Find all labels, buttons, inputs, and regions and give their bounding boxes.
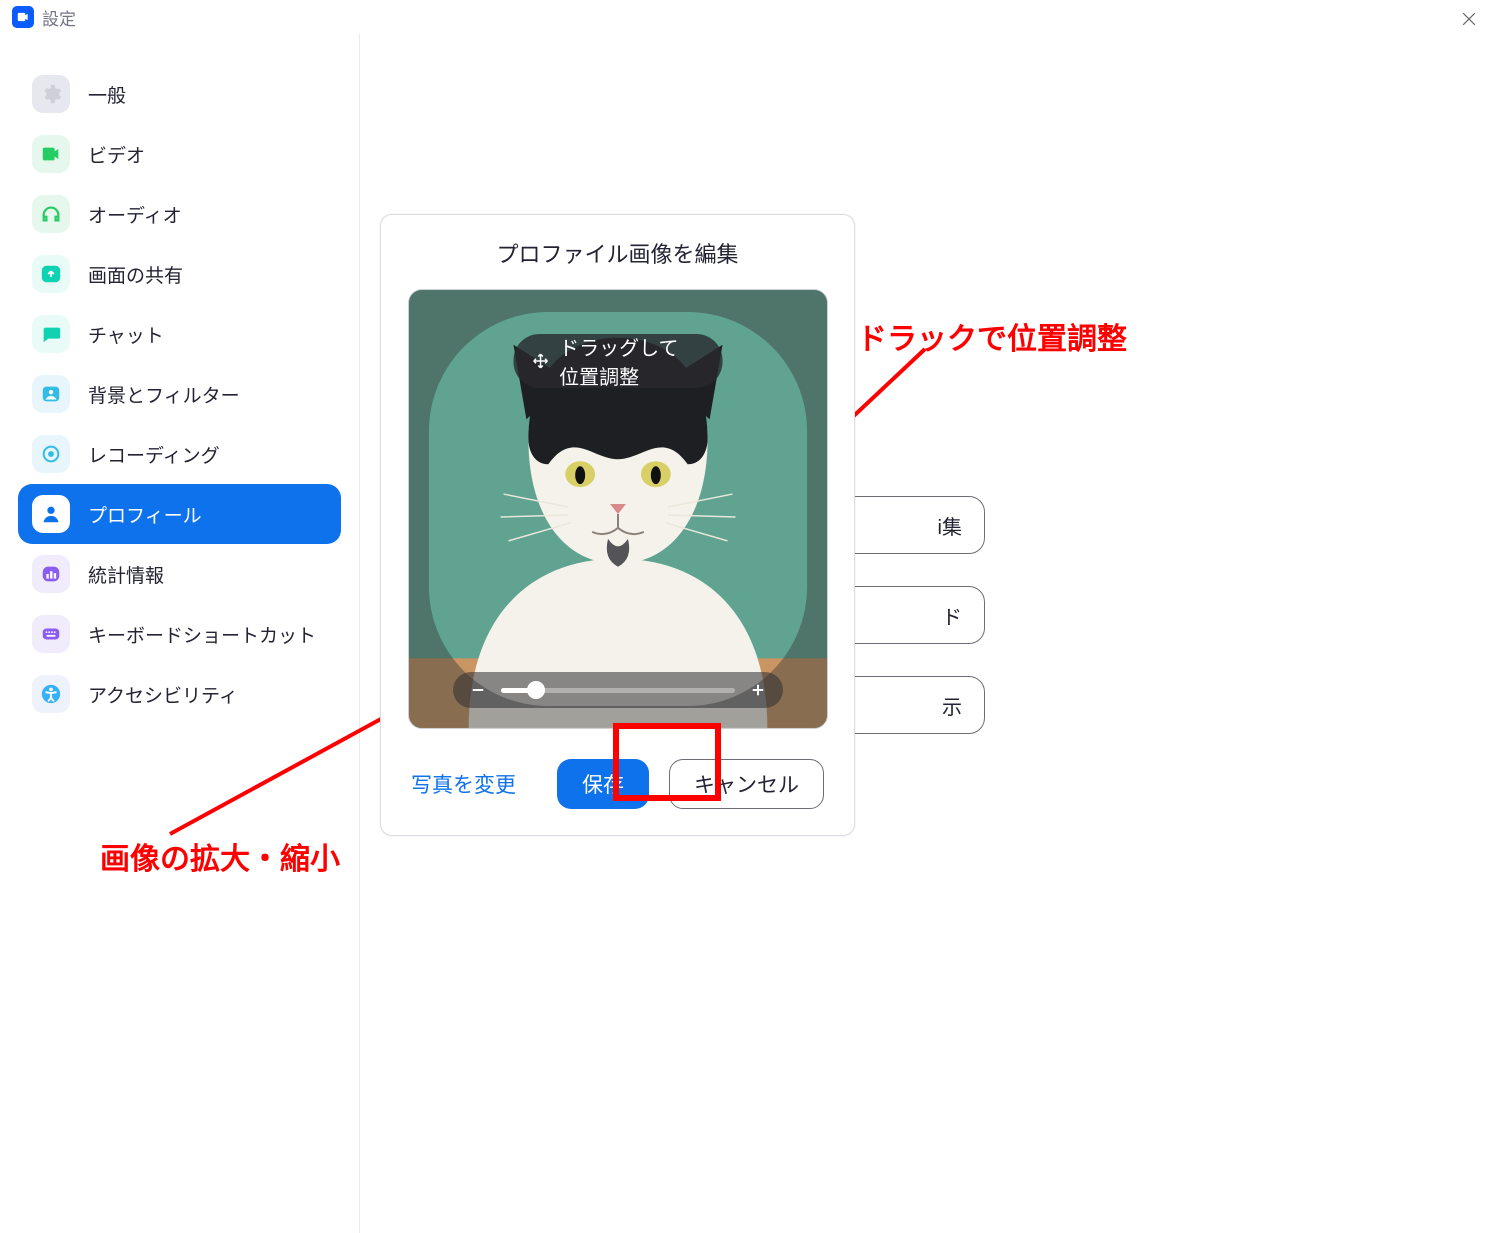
keyboard-icon — [32, 615, 70, 653]
share-screen-icon — [32, 255, 70, 293]
app-icon — [12, 6, 34, 28]
video-icon — [32, 135, 70, 173]
zoom-track[interactable] — [501, 688, 735, 693]
background-icon — [32, 375, 70, 413]
sidebar-item-share[interactable]: 画面の共有 — [18, 244, 341, 304]
sidebar-item-label: 背景とフィルター — [88, 381, 240, 408]
sidebar-item-video[interactable]: ビデオ — [18, 124, 341, 184]
sidebar-item-label: 統計情報 — [88, 561, 164, 588]
zoom-in-icon[interactable] — [747, 679, 769, 701]
profile-icon — [32, 495, 70, 533]
bg-button-3[interactable]: 示 — [840, 676, 985, 734]
move-icon — [531, 348, 549, 374]
accessibility-icon — [32, 675, 70, 713]
annotation-zoom: 画像の拡大・縮小 — [100, 834, 340, 878]
bg-button-2[interactable]: ド — [840, 586, 985, 644]
sidebar-item-stats[interactable]: 統計情報 — [18, 544, 341, 604]
sidebar-item-label: 一般 — [88, 81, 126, 108]
drag-hint: ドラッグして位置調整 — [513, 334, 722, 388]
close-icon[interactable] — [1456, 6, 1482, 32]
zoom-out-icon[interactable] — [467, 679, 489, 701]
sidebar-item-keyboard[interactable]: キーボードショートカット — [18, 604, 341, 664]
sidebar-item-label: 画面の共有 — [88, 261, 183, 288]
cancel-button[interactable]: キャンセル — [669, 759, 824, 809]
sidebar-item-chat[interactable]: チャット — [18, 304, 341, 364]
record-icon — [32, 435, 70, 473]
sidebar-item-audio[interactable]: オーディオ — [18, 184, 341, 244]
sidebar-item-recording[interactable]: レコーディング — [18, 424, 341, 484]
dialog-title: プロファイル画像を編集 — [407, 237, 828, 269]
sidebar-item-label: チャット — [88, 321, 164, 348]
sidebar-item-background[interactable]: 背景とフィルター — [18, 364, 341, 424]
dialog-actions: 写真を変更 保存 キャンセル — [407, 759, 828, 809]
main-content: i集 ド 示 ドラックで位置調整 画像の拡大・縮小 プロファイル画像を編集 — [360, 34, 1500, 1233]
sidebar-item-label: ビデオ — [88, 141, 145, 168]
headphones-icon — [32, 195, 70, 233]
chat-icon — [32, 315, 70, 353]
zoom-slider[interactable] — [453, 672, 783, 708]
titlebar: 設定 — [0, 0, 1500, 34]
window-title: 設定 — [42, 5, 76, 30]
crop-area[interactable]: ドラッグして位置調整 — [408, 289, 828, 729]
save-button[interactable]: 保存 — [557, 759, 649, 809]
sidebar-item-label: プロフィール — [88, 501, 202, 528]
sidebar-item-general[interactable]: 一般 — [18, 64, 341, 124]
sidebar: 一般 ビデオ オーディオ 画面の共有 チャット 背景とフィルター レコーディング — [0, 34, 360, 1233]
zoom-thumb[interactable] — [527, 681, 545, 699]
sidebar-item-label: オーディオ — [88, 201, 182, 228]
stats-icon — [32, 555, 70, 593]
edit-profile-dialog: プロファイル画像を編集 — [380, 214, 855, 836]
sidebar-item-label: キーボードショートカット — [88, 621, 316, 648]
gear-icon — [32, 75, 70, 113]
sidebar-item-label: レコーディング — [88, 441, 220, 468]
sidebar-item-profile[interactable]: プロフィール — [18, 484, 341, 544]
change-photo-button[interactable]: 写真を変更 — [411, 769, 516, 799]
